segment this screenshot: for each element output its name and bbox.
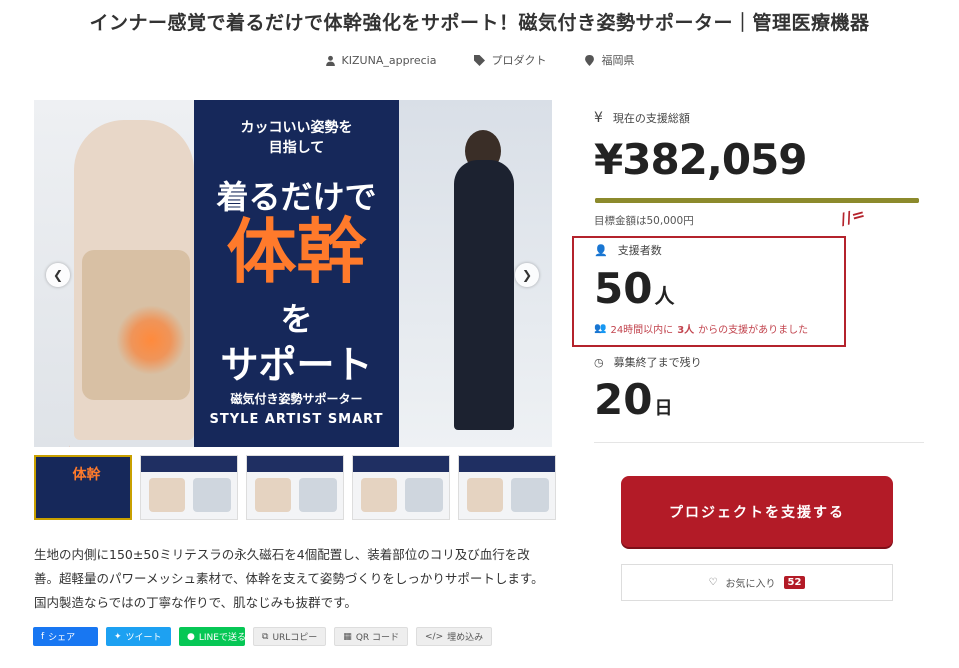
copy-icon: ⧉ — [262, 631, 269, 642]
divider — [594, 442, 924, 443]
twitter-icon: ✦ — [114, 631, 122, 642]
facebook-icon: f — [41, 631, 45, 642]
location-name: 福岡県 — [601, 54, 635, 67]
twitter-share-button[interactable]: ✦ ツイート — [106, 627, 171, 646]
thumbnail-2[interactable] — [140, 455, 238, 520]
total-label: 現在の支援総額 — [612, 112, 690, 125]
backers-label: 支援者数 — [617, 244, 662, 257]
prev-image-button[interactable]: ❮ — [46, 263, 70, 287]
qr-icon: ▦ — [343, 631, 352, 642]
line-icon: ● — [187, 631, 195, 642]
location-link[interactable]: 福岡県 — [584, 52, 634, 68]
category-name: プロダクト — [491, 54, 547, 67]
thumbnail-5[interactable] — [458, 455, 556, 520]
share-bar: f シェア ✦ ツイート ● LINEで送る ⧉ URLコピー ▦ QR コード </> 埋… — [33, 627, 493, 646]
thumbnail-3[interactable] — [246, 455, 344, 520]
days-remaining: 20 日 — [594, 375, 673, 424]
url-copy-button[interactable]: ⧉ URLコピー — [253, 627, 327, 646]
funding-progress-bar — [595, 198, 919, 203]
chevron-left-icon: ❮ — [52, 268, 64, 282]
project-description: 生地の内側に150±50ミリテスラの永久磁石を4個配置し、装着部位のコリ及び血行… — [34, 547, 544, 610]
tag-icon — [474, 54, 486, 66]
project-title: インナー感覚で着るだけで体幹強化をサポート！磁気付き姿勢サポーター｜管理医療機器 — [89, 12, 870, 34]
embed-button[interactable]: </> 埋め込み — [416, 627, 493, 646]
heart-icon: ♡ — [708, 577, 718, 588]
thumbnail-strip: 体幹 — [34, 455, 556, 520]
goal-amount: 目標金額は50,000円 — [594, 215, 694, 227]
backers-count: 50 人 — [594, 264, 675, 313]
handwritten-mark: //= — [837, 204, 868, 229]
yen-icon: ¥ — [594, 110, 603, 126]
user-icon: 👤 — [594, 243, 608, 257]
facebook-share-button[interactable]: f シェア — [33, 627, 98, 646]
owner-link[interactable]: KIZUNA_apprecia — [325, 52, 437, 68]
chevron-right-icon: ❯ — [521, 268, 533, 282]
thumbnail-1[interactable]: 体幹 — [34, 455, 132, 520]
total-amount: ¥382,059 — [594, 135, 808, 184]
clock-icon: ◷ — [594, 355, 604, 369]
favorite-count: 52 — [783, 576, 806, 589]
main-image: カッコいい姿勢を 目指して 着るだけで 体幹 を サポート 磁気付き姿勢サポーター… — [34, 100, 552, 447]
owner-name: KIZUNA_apprecia — [341, 53, 437, 67]
qr-code-button[interactable]: ▦ QR コード — [334, 627, 409, 646]
user-icon — [325, 55, 335, 66]
support-project-button[interactable]: プロジェクトを支援する — [621, 476, 893, 547]
line-share-button[interactable]: ● LINEで送る — [179, 627, 246, 646]
users-icon: 👥 — [594, 323, 607, 334]
project-meta: KIZUNA_apprecia プロダクト 福岡県 — [0, 52, 959, 68]
days-label: 募集終了まで残り — [613, 356, 702, 369]
next-image-button[interactable]: ❯ — [515, 263, 539, 287]
map-pin-icon — [585, 54, 595, 66]
favorite-button[interactable]: ♡ お気に入り 52 — [621, 564, 893, 601]
recent-support-note: 👥 24時間以内に 3人 からの支援がありました — [594, 323, 809, 336]
category-link[interactable]: プロダクト — [474, 52, 546, 68]
thumbnail-4[interactable] — [352, 455, 450, 520]
main-image-caption: カッコいい姿勢を 目指して 着るだけで 体幹 を サポート 磁気付き姿勢サポーター… — [194, 100, 399, 447]
code-icon: </> — [425, 631, 444, 642]
